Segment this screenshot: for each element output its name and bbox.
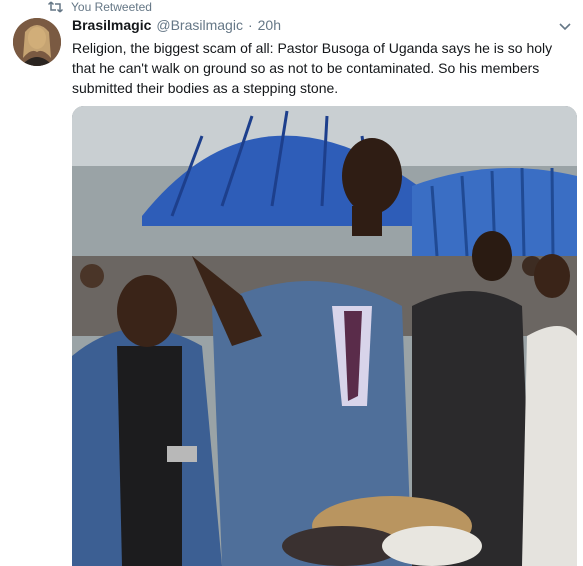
avatar-photo (13, 18, 61, 66)
tweet-text: Religion, the biggest scam of all: Pasto… (72, 40, 553, 96)
separator-dot: · (247, 17, 253, 33)
tweet-menu-button[interactable] (557, 19, 573, 35)
tweet-photo[interactable] (72, 106, 577, 566)
chevron-down-icon (559, 23, 571, 31)
retweet-icon (48, 1, 63, 13)
tweet-header: Brasilmagic @Brasilmagic · 20h (72, 17, 573, 37)
retweet-context: You Retweeted (48, 0, 152, 14)
author-display-name[interactable]: Brasilmagic (72, 17, 151, 33)
retweet-context-label: You Retweeted (71, 0, 152, 14)
author-handle[interactable]: @Brasilmagic (156, 17, 243, 33)
tweet-timestamp[interactable]: 20h (258, 17, 281, 33)
photo-illustration (72, 106, 577, 566)
avatar[interactable] (13, 18, 61, 66)
